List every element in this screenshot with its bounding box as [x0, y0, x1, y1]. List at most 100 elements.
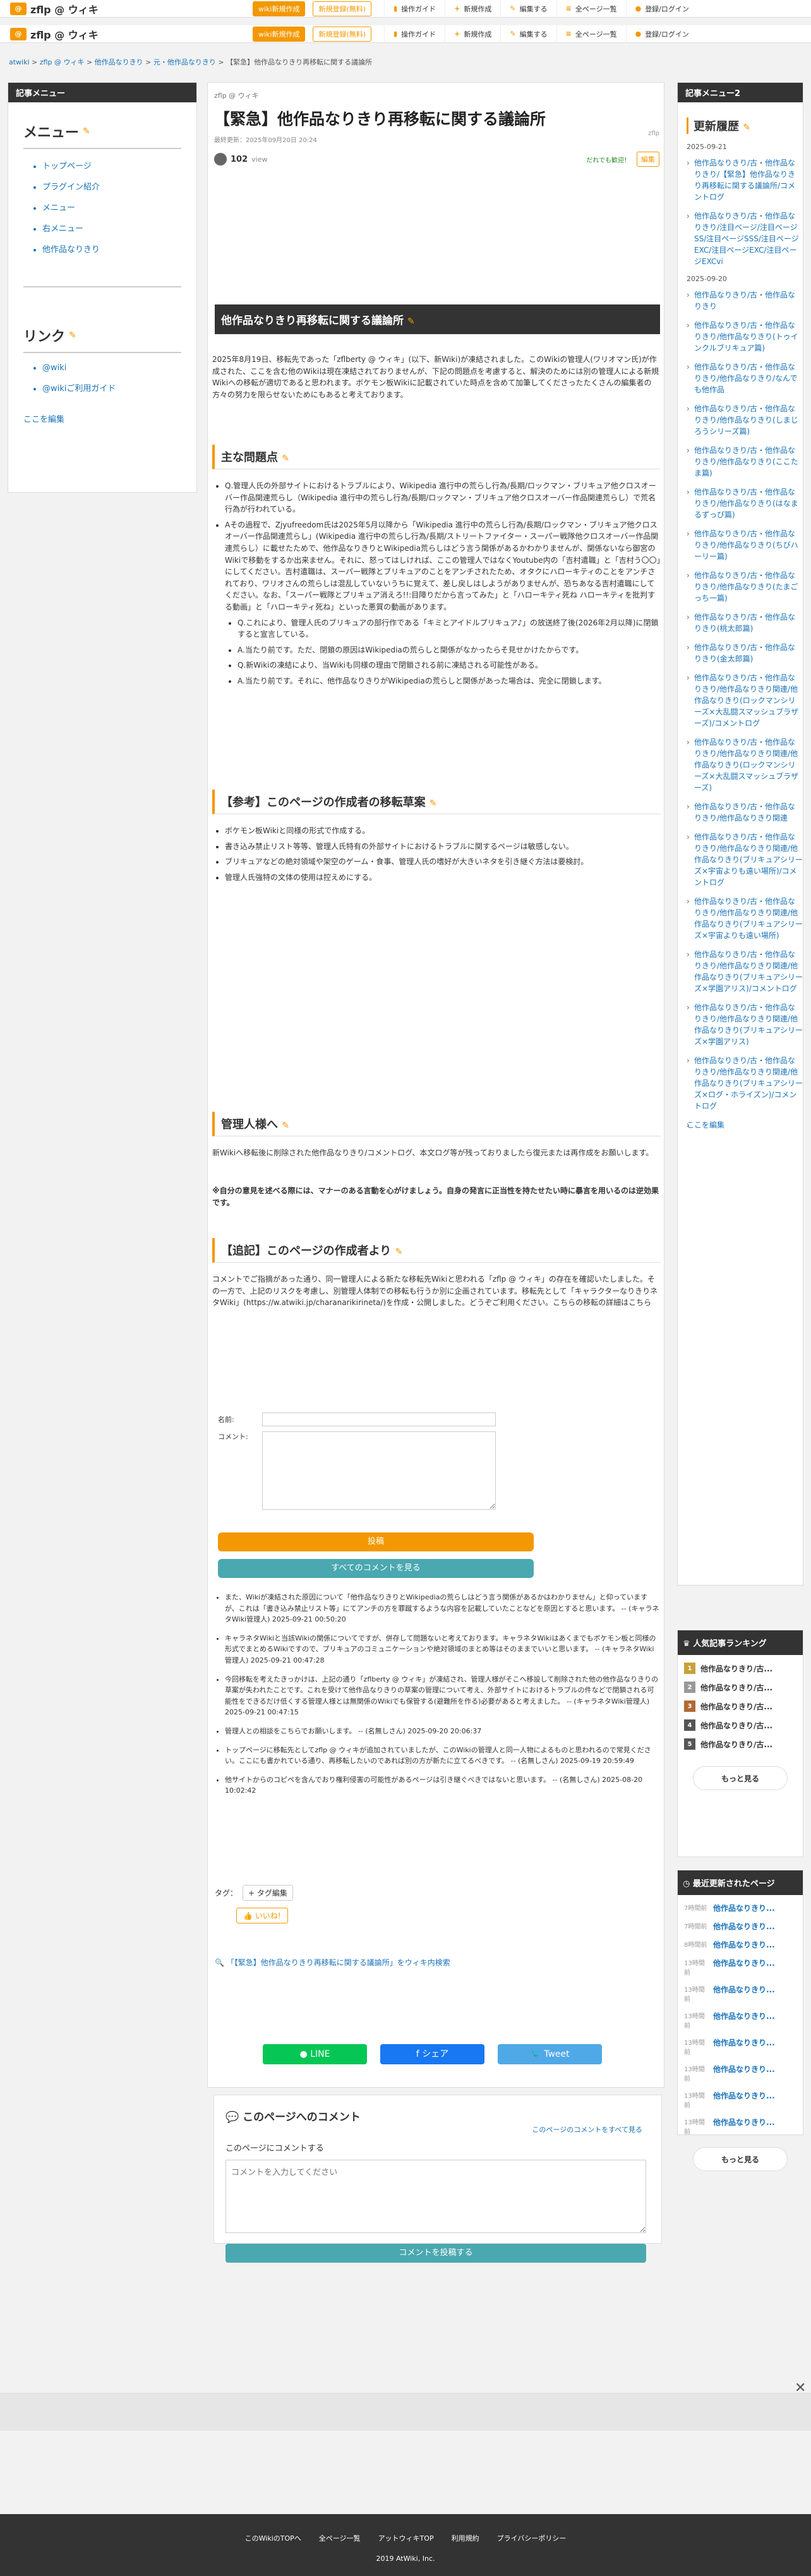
nav-all-pages[interactable]: ≡ 全ページ一覧: [556, 0, 626, 18]
crumb-category[interactable]: 他作品なりきり: [95, 58, 143, 66]
line-share-button[interactable]: ● LINE: [263, 2044, 367, 2064]
history-title: 更新履歴 ✎: [687, 117, 794, 134]
speech-bubble-icon: 💬: [225, 2111, 239, 2124]
footer-link-privacy[interactable]: プライバシーポリシー: [497, 2533, 567, 2543]
left-edit-link[interactable]: ここを編集: [23, 412, 196, 424]
nav-all-pages-2[interactable]: ≡ 全ページ一覧: [556, 25, 626, 43]
ranking-item[interactable]: 1 他作品なりきり/古...: [684, 1663, 796, 1674]
history-item[interactable]: 他作品なりきり/古・他作品なりきり/他作品なりきり関連/他作品なりきり(ブリキュ…: [687, 949, 803, 994]
history-item[interactable]: 他作品なりきり/古・他作品なりきり/他作品なりきり(たまごっち一篇): [687, 570, 803, 604]
history-item[interactable]: 他作品なりきり/古・他作品なりきり(桃太郎篇): [687, 611, 803, 634]
history-item[interactable]: 他作品なりきり/古・他作品なりきり/他作品なりきり関連/他作品なりきり(ブリキュ…: [687, 1002, 803, 1047]
recent-item[interactable]: 13時間前 他作品なりきり...: [684, 1984, 796, 2003]
history-item[interactable]: 他作品なりきり/古・他作品なりきり/他作品なりきり(トゥインクルブリキュア篇): [687, 320, 803, 354]
ranking-item[interactable]: 5 他作品なりきり/古...: [684, 1738, 796, 1750]
history-item[interactable]: 他作品なりきり/古・他作品なりきり/他作品なりきり関連/他作品なりきり(ブリキュ…: [687, 1055, 803, 1112]
recent-item[interactable]: 7時間前 他作品なりきり...: [684, 1921, 796, 1932]
nav-guide[interactable]: ▮ 操作ガイド: [384, 0, 445, 18]
all-comments-button[interactable]: すべてのコメントを見る: [218, 1559, 534, 1578]
nav-new-2[interactable]: + 新規作成: [445, 25, 500, 43]
recent-item[interactable]: 13時間前 他作品なりきり...: [684, 2011, 796, 2030]
facebook-share-button[interactable]: f シェア: [380, 2044, 484, 2064]
clock-icon: ◷: [683, 1879, 690, 1889]
nav-edit[interactable]: ✎ 編集する: [500, 0, 556, 18]
history-item[interactable]: 他作品なりきり/古・他作品なりきり: [687, 289, 803, 312]
crumb-subcategory[interactable]: 元・他作品なりきり: [153, 58, 216, 66]
footer-link-atwiki[interactable]: アットウィキTOP: [378, 2533, 434, 2543]
register-button[interactable]: 新規登録(無料): [313, 1, 372, 16]
recent-item[interactable]: 13時間前 他作品なりきり...: [684, 2117, 796, 2136]
ranking-more-button[interactable]: もっと見る: [693, 1766, 788, 1790]
history-item[interactable]: 他作品なりきり/古・他作品なりきり/他作品なりきり(ちびハーリー篇): [687, 528, 803, 562]
history-item[interactable]: 他作品なりきり/古・他作品なりきり/他作品なりきり関連/他作品なりきり(ロックマ…: [687, 672, 803, 729]
history-item[interactable]: 他作品なりきり/古・他作品なりきり/他作品なりきり関連/他作品なりきり(ブリキュ…: [687, 896, 803, 941]
tag-edit-button[interactable]: + タグ編集: [243, 1885, 293, 1901]
right-edit-link[interactable]: ここを編集: [687, 1119, 803, 1130]
like-button[interactable]: 👍 いいね!: [236, 1908, 288, 1923]
recent-more-button[interactable]: もっと見る: [693, 2147, 788, 2171]
history-item[interactable]: 他作品なりきり/古・他作品なりきり/他作品なりきり関連: [687, 801, 803, 824]
crumb-site[interactable]: zflp @ ウィキ: [40, 58, 85, 66]
footer-link-all[interactable]: 全ページ一覧: [319, 2533, 361, 2543]
comment-textarea[interactable]: [262, 1431, 496, 1510]
comment-box-submit[interactable]: コメントを投稿する: [225, 2244, 646, 2263]
right-sidebar-header: 記事メニュー2: [678, 83, 803, 102]
history-item[interactable]: 他作品なりきり/古・他作品なりきり(金太郎篇): [687, 642, 803, 665]
menu-item-menu[interactable]: メニュー: [42, 201, 196, 213]
history-item[interactable]: 他作品なりきり/古・他作品なりきり/他作品なりきり(ここたま篇): [687, 445, 803, 479]
menu-item-top[interactable]: トップページ: [42, 159, 196, 171]
wiki-search-link[interactable]: 🔍 「【緊急】他作品なりきり再移転に関する議論所」をウィキ内検索: [215, 1957, 450, 1968]
search-icon: 🔍: [215, 1958, 224, 1967]
menu-item-other-works[interactable]: 他作品なりきり: [42, 243, 196, 255]
history-item[interactable]: 他作品なりきり/古・他作品なりきり/他作品なりきり(しまじろうシリーズ篇): [687, 403, 803, 437]
twitter-share-button[interactable]: 🐦 Tweet: [498, 2044, 602, 2064]
list-icon: ≡: [565, 30, 572, 38]
issue-item: Q.管理人氏の外部サイトにおけるトラブルにより、Wikipedia 進行中の荒ら…: [225, 480, 661, 515]
footer-link-terms[interactable]: 利用規約: [452, 2533, 479, 2543]
ranking-item[interactable]: 3 他作品なりきり/古...: [684, 1700, 796, 1712]
register-button-2[interactable]: 新規登録(無料): [313, 26, 372, 42]
menu-item-right-menu[interactable]: 右メニュー: [42, 222, 196, 234]
edit-button[interactable]: 編集: [637, 152, 659, 167]
nav-edit-2[interactable]: ✎ 編集する: [500, 25, 556, 43]
history-item[interactable]: 他作品なりきり/古・他作品なりきり/他作品なりきり(はなまるずっぴ篇): [687, 486, 803, 521]
comment-box-input[interactable]: [225, 2160, 646, 2233]
history-item[interactable]: 他作品なりきり/古・他作品なりきり/他作品なりきり関連/他作品なりきり(ブリキュ…: [687, 831, 803, 888]
history-item[interactable]: 他作品なりきり/古・他作品なりきり/注目ページ/注目ページSS/注目ページSSS…: [687, 210, 803, 267]
link-item-atwiki[interactable]: @wiki: [42, 363, 196, 373]
history-item[interactable]: 他作品なりきり/古・他作品なりきり/他作品なりきり関連/他作品なりきり(ロックマ…: [687, 737, 803, 793]
recent-item[interactable]: 7時間前 他作品なりきり...: [684, 1903, 796, 1913]
nav-login-2[interactable]: ● 登録/ログイン: [625, 25, 698, 43]
nav-new[interactable]: + 新規作成: [445, 0, 500, 18]
copyright: 2019 AtWiki, Inc.: [376, 2555, 435, 2563]
site-logo-2[interactable]: @ zflp @ ウィキ: [0, 27, 253, 42]
ranking-item[interactable]: 4 他作品なりきり/古...: [684, 1719, 796, 1731]
history-item[interactable]: 他作品なりきり/古・他作品なりきり/他作品なりきり/なんでも他作品: [687, 361, 803, 395]
footer-link-top[interactable]: このWikiのTOPへ: [245, 2533, 301, 2543]
name-input[interactable]: [262, 1412, 496, 1426]
sticky-header: @ zflp @ ウィキ wiki新規作成 新規登録(無料) ▮ 操作ガイド + 新規…: [0, 25, 811, 43]
ranking-item[interactable]: 2 他作品なりきり/古...: [684, 1682, 796, 1693]
menu-item-plugin[interactable]: プラグイン紹介: [42, 180, 196, 192]
create-wiki-button-2[interactable]: wiki新規作成: [253, 26, 306, 42]
nav-guide-2[interactable]: ▮ 操作ガイド: [384, 25, 445, 43]
recent-item[interactable]: 13時間前 他作品なりきり...: [684, 2064, 796, 2083]
good-label[interactable]: だれでも歓迎！: [586, 155, 630, 164]
comment-box-all-link[interactable]: このページのコメントをすべて見る: [532, 2124, 642, 2134]
nav-login[interactable]: ● 登録/ログイン: [625, 0, 698, 18]
create-wiki-button[interactable]: wiki新規作成: [253, 1, 306, 16]
recent-item[interactable]: 13時間前 他作品なりきり...: [684, 2037, 796, 2056]
recent-item[interactable]: 13時間前 他作品なりきり...: [684, 1958, 796, 1977]
history-item[interactable]: 他作品なりきり/古・他作品なりきり/【緊急】他作品なりきり再移転に関する議論所/…: [687, 157, 803, 203]
crumb-atwiki[interactable]: atwiki: [9, 58, 30, 66]
submit-button[interactable]: 投稿: [218, 1532, 534, 1551]
intro-text: 2025年8月19日、移転先であった「zflberty @ ウィキ」(以下、新W…: [212, 355, 659, 399]
recent-item[interactable]: 13時間前 他作品なりきり...: [684, 2090, 796, 2109]
zflp-label: zflp: [648, 130, 659, 137]
thumb-icon: 👍: [243, 1911, 253, 1920]
site-logo[interactable]: @ zflp @ ウィキ: [0, 1, 253, 16]
link-item-guide[interactable]: @wikiご利用ガイド: [42, 382, 196, 394]
qa-item: A.当たり前です。ただ、閉鎖の原因はWikipediaの荒らしと関係がなかったら…: [237, 644, 661, 656]
draft-list: ボケモン板Wikiと同様の形式で作成する。 書き込み禁止リスト等等、管理人氏特有…: [212, 825, 661, 887]
recent-item[interactable]: 8時間前 他作品なりきり...: [684, 1939, 796, 1950]
